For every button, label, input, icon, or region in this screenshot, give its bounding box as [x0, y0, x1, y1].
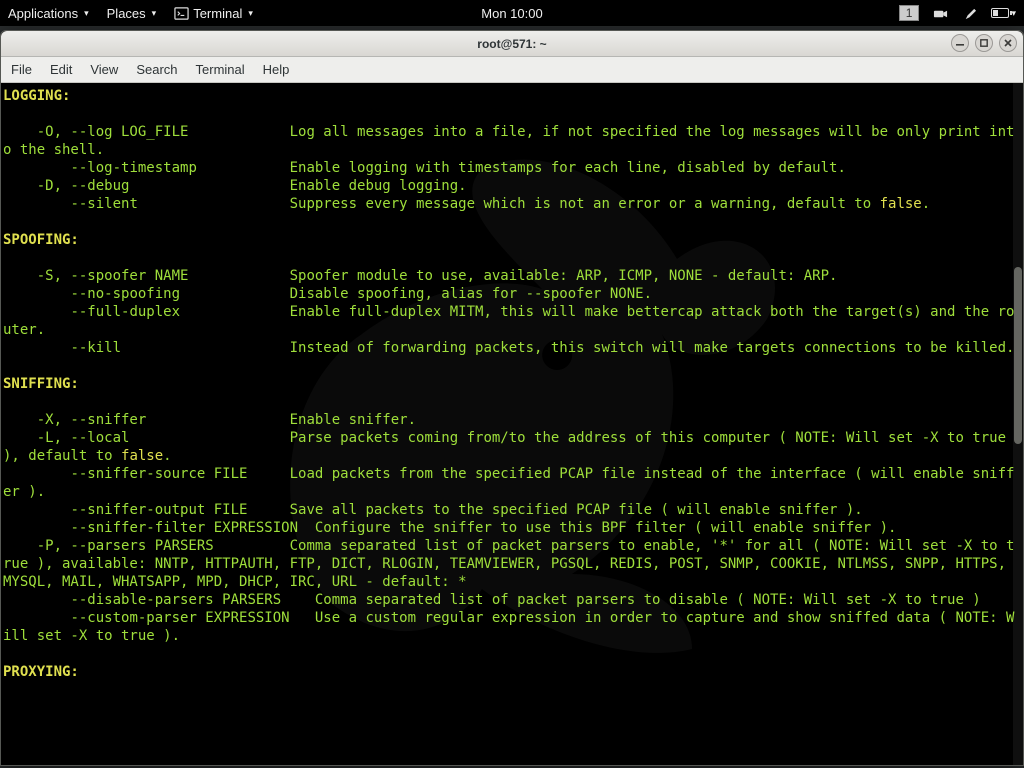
window-title: root@571: ~	[477, 37, 546, 51]
close-button[interactable]	[999, 34, 1017, 52]
maximize-button[interactable]	[975, 34, 993, 52]
battery-status-icon[interactable]: ▾	[991, 8, 1016, 19]
menu-file[interactable]: File	[11, 62, 32, 77]
camera-status-icon[interactable]	[933, 6, 948, 21]
menu-view[interactable]: View	[90, 62, 118, 77]
color-picker-icon[interactable]	[962, 6, 977, 21]
terminal-icon	[174, 6, 189, 21]
menu-help[interactable]: Help	[263, 62, 290, 77]
terminal-menubar: File Edit View Search Terminal Help	[1, 57, 1023, 83]
app-menu-terminal[interactable]: Terminal	[174, 6, 253, 21]
applications-menu[interactable]: Applications	[8, 6, 89, 21]
gnome-topbar: Applications Places Terminal Mon 10:00 1…	[0, 0, 1024, 26]
workspace-indicator[interactable]: 1	[899, 5, 920, 21]
clock[interactable]: Mon 10:00	[481, 6, 542, 21]
terminal-viewport[interactable]: LOGGING: -O, --log LOG_FILE Log all mess…	[1, 83, 1023, 765]
app-menu-label: Terminal	[193, 6, 242, 21]
terminal-window: root@571: ~ File Edit View Search Termin…	[0, 30, 1024, 766]
window-titlebar[interactable]: root@571: ~	[1, 31, 1023, 57]
terminal-output: LOGGING: -O, --log LOG_FILE Log all mess…	[1, 83, 1023, 765]
menu-search[interactable]: Search	[136, 62, 177, 77]
menu-edit[interactable]: Edit	[50, 62, 72, 77]
menu-terminal[interactable]: Terminal	[196, 62, 245, 77]
minimize-button[interactable]	[951, 34, 969, 52]
places-menu[interactable]: Places	[107, 6, 157, 21]
